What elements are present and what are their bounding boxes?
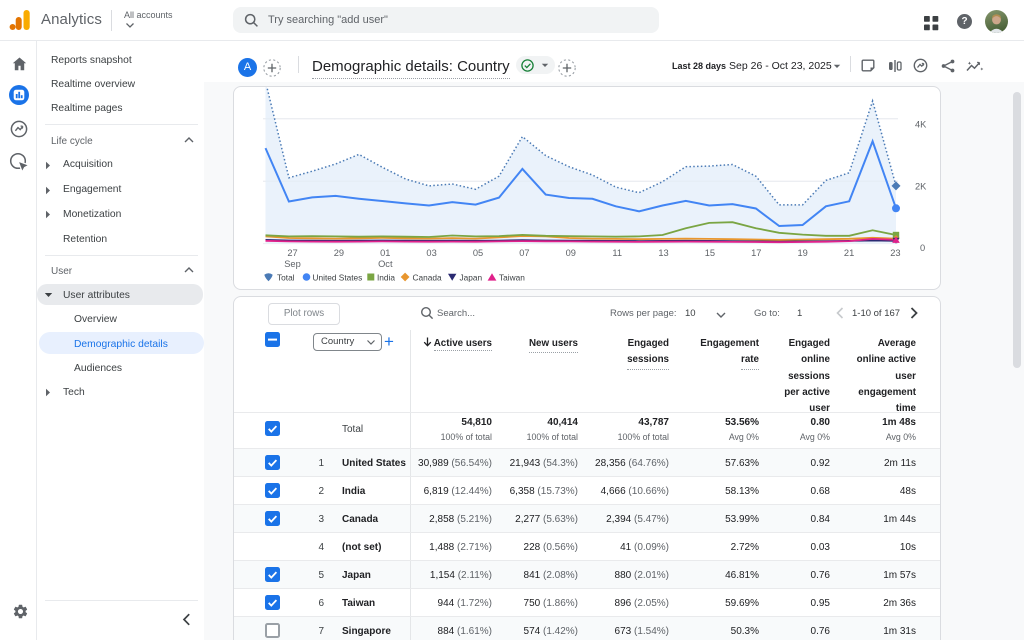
svg-text:Oct: Oct [378, 259, 393, 269]
svg-text:0: 0 [920, 243, 925, 253]
svg-text:27: 27 [287, 248, 297, 258]
svg-text:09: 09 [566, 248, 576, 258]
svg-text:13: 13 [658, 248, 668, 258]
svg-text:Total: Total [277, 273, 295, 283]
svg-text:19: 19 [798, 248, 808, 258]
svg-text:23: 23 [890, 248, 900, 258]
svg-text:Sep: Sep [284, 259, 301, 269]
svg-text:United States: United States [313, 273, 363, 283]
svg-text:4K: 4K [915, 120, 927, 130]
svg-text:Canada: Canada [413, 273, 442, 283]
svg-text:29: 29 [334, 248, 344, 258]
svg-text:17: 17 [751, 248, 761, 258]
svg-text:15: 15 [705, 248, 715, 258]
svg-text:05: 05 [473, 248, 483, 258]
svg-text:Japan: Japan [460, 273, 483, 283]
svg-text:India: India [377, 273, 395, 283]
svg-text:2K: 2K [915, 182, 927, 192]
svg-text:21: 21 [844, 248, 854, 258]
svg-text:07: 07 [519, 248, 529, 258]
svg-text:01: 01 [380, 248, 390, 258]
svg-text:Taiwan: Taiwan [499, 273, 525, 283]
svg-text:03: 03 [426, 248, 436, 258]
svg-text:11: 11 [612, 248, 622, 258]
